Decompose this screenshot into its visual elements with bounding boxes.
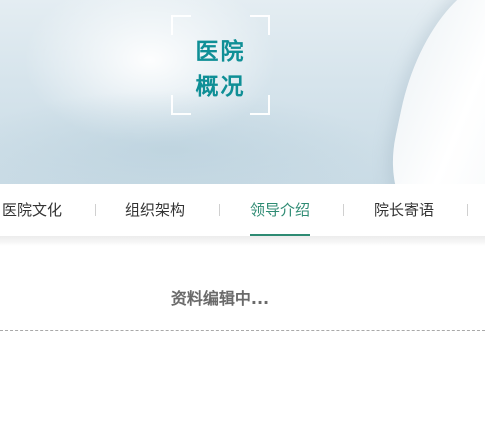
doctor-coat-image xyxy=(379,0,485,184)
banner-title-line2: 概况 xyxy=(195,74,246,100)
frame-corner-top-left xyxy=(171,15,191,35)
tabs-shadow xyxy=(0,236,485,246)
tab-divider xyxy=(95,204,96,216)
tab-hospital-culture[interactable]: 医院文化 xyxy=(2,184,62,236)
tab-leadership[interactable]: 领导介绍 xyxy=(250,184,311,236)
tab-organization[interactable]: 组织架构 xyxy=(125,184,185,236)
content-status-message: 资料编辑中... xyxy=(170,289,270,308)
tab-president-message[interactable]: 院长寄语 xyxy=(374,184,434,236)
banner: 医院 概况 xyxy=(0,0,485,184)
tab-divider xyxy=(219,204,220,216)
frame-corner-top-right xyxy=(250,15,270,35)
tab-divider xyxy=(343,204,344,216)
banner-title: 医院 概况 xyxy=(171,35,270,105)
banner-title-frame: 医院 概况 xyxy=(171,15,270,115)
tab-leadership-label: 领导介绍 xyxy=(250,201,311,219)
banner-title-line1: 医院 xyxy=(195,39,246,65)
content-divider xyxy=(0,330,485,331)
section-tabs: 医院文化 组织架构 领导介绍 院长寄语 xyxy=(0,184,485,236)
page: 医院 概况 医院文化 组织架构 领导介绍 院长寄语 资料编辑中... xyxy=(0,0,485,433)
tab-divider xyxy=(467,204,468,216)
